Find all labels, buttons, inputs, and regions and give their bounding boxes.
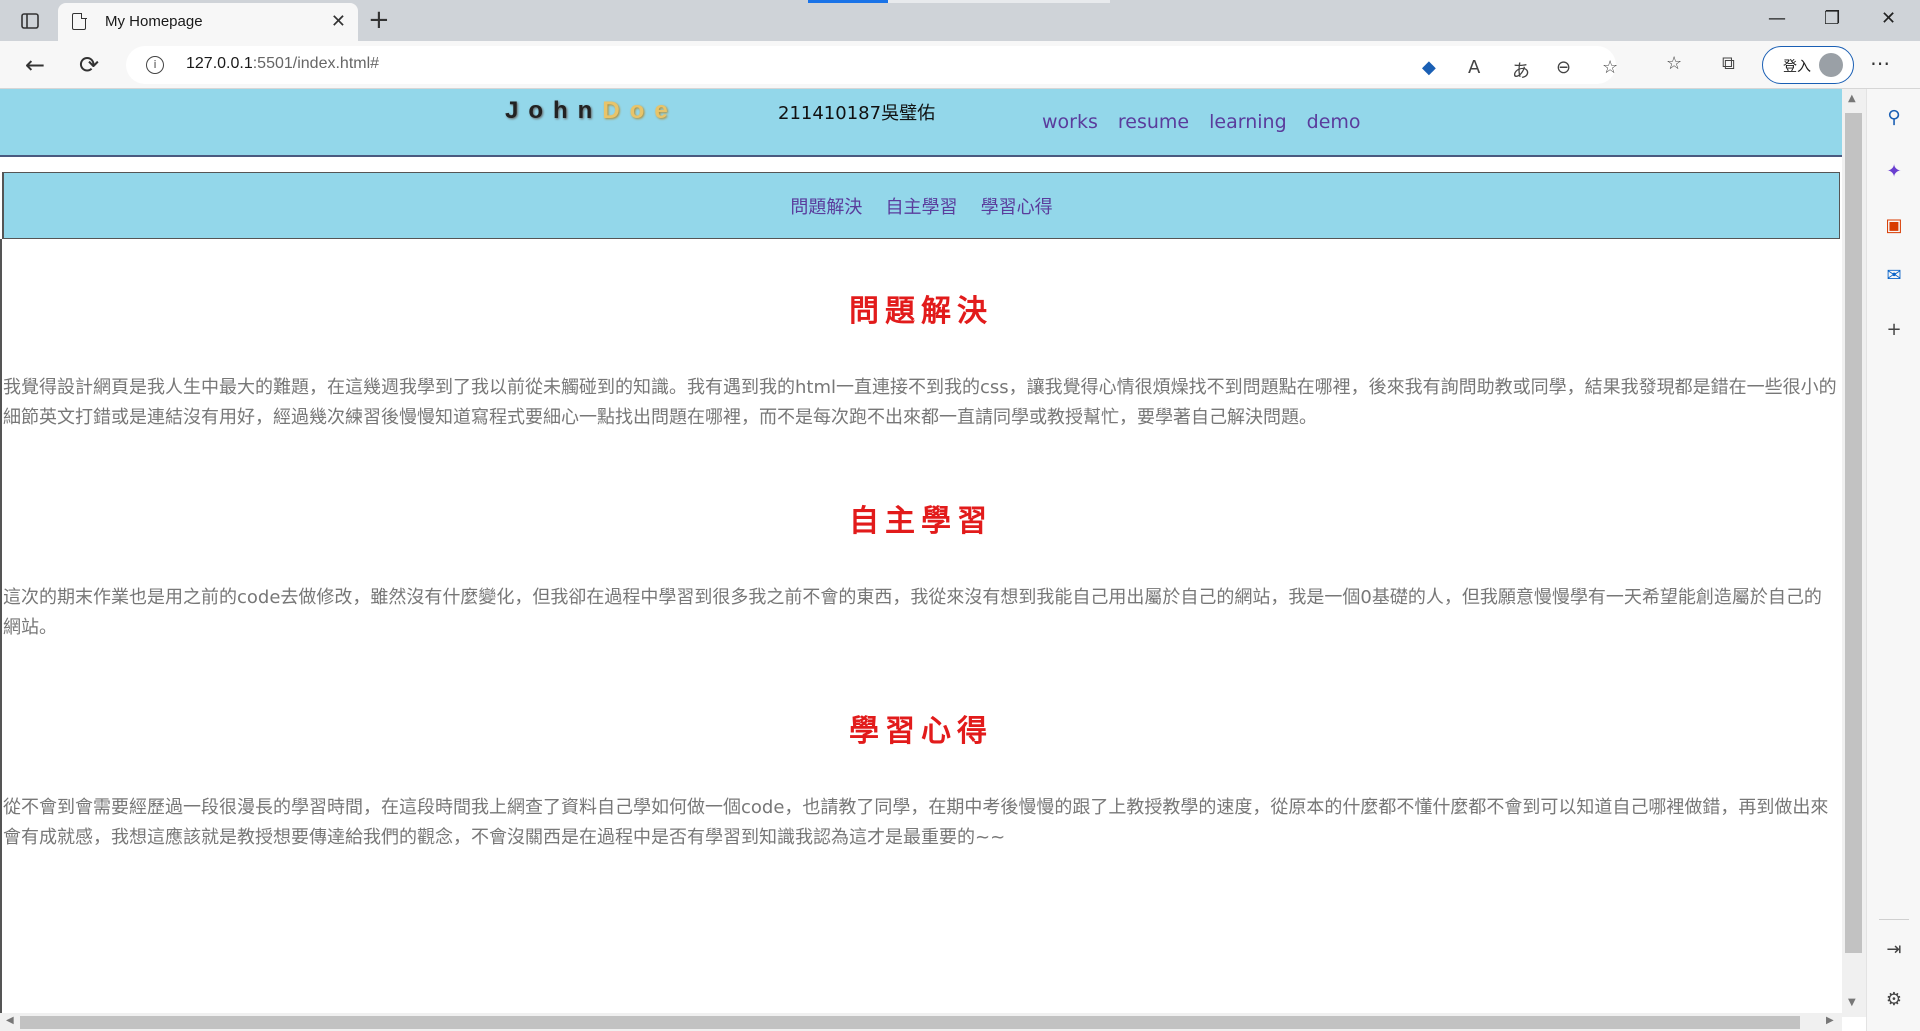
search-icon[interactable]: ⚲	[1883, 107, 1905, 129]
restore-button[interactable]: ❐	[1824, 8, 1840, 29]
address-toolbar: ← ⟳ i 127.0.0.1:5501/index.html# ◆ A あ ⊖…	[0, 41, 1920, 89]
nav-link-works[interactable]: works	[1042, 111, 1098, 133]
hide-sidebar-icon[interactable]: ⇥	[1883, 939, 1905, 961]
browser-tab-active[interactable]: My Homepage ✕	[58, 3, 358, 41]
sidebar-divider	[1879, 919, 1909, 920]
url-text[interactable]: 127.0.0.1:5501/index.html#	[186, 55, 379, 73]
site-info-icon[interactable]: i	[146, 56, 164, 74]
scroll-up-icon[interactable]: ▲	[1848, 93, 1856, 104]
site-logo: JohnDoe	[505, 97, 678, 124]
close-window-button[interactable]: ✕	[1881, 8, 1896, 29]
new-tab-button[interactable]: +	[368, 5, 390, 35]
subnav-link-self-learning[interactable]: 自主學習	[886, 197, 958, 218]
student-id: 211410187吳璧佑	[778, 103, 936, 124]
read-aloud-icon[interactable]: A	[1468, 57, 1480, 78]
page-viewport: JohnDoe 211410187吳璧佑 works resume learni…	[0, 89, 1842, 1013]
tab-actions-button[interactable]	[12, 8, 48, 34]
settings-gear-icon[interactable]: ⚙	[1883, 989, 1905, 1011]
section-nav: 問題解決 自主學習 學習心得	[2, 172, 1840, 239]
office-icon[interactable]: ▣	[1883, 215, 1905, 237]
profile-login-button[interactable]: 登入	[1762, 46, 1854, 84]
subnav-link-reflection[interactable]: 學習心得	[981, 197, 1053, 218]
add-favorite-icon[interactable]: ☆	[1602, 57, 1618, 78]
section-title: 問題解決	[849, 294, 993, 329]
horizontal-scrollbar[interactable]: ◀ ▶	[0, 1013, 1842, 1031]
favorites-icon[interactable]: ☆	[1666, 53, 1682, 74]
collections-icon[interactable]: ⧉	[1722, 53, 1735, 74]
tab-title: My Homepage	[105, 13, 203, 30]
horizontal-scroll-thumb[interactable]	[20, 1016, 1800, 1029]
address-bar[interactable]: i 127.0.0.1:5501/index.html# ◆ A あ ⊖ ☆	[126, 46, 1618, 84]
section-title: 自主學習	[849, 504, 993, 539]
page-icon	[72, 12, 87, 30]
tab-actions-icon	[21, 13, 39, 29]
section-text: 從不會到會需要經歷過一段很漫長的學習時間，在這段時間我上網查了資料自己學如何做一…	[3, 797, 1829, 848]
nav-link-resume[interactable]: resume	[1118, 111, 1189, 133]
site-header: JohnDoe 211410187吳璧佑 works resume learni…	[0, 89, 1842, 157]
refresh-button[interactable]: ⟳	[74, 50, 104, 80]
login-label: 登入	[1783, 59, 1811, 75]
avatar	[1819, 53, 1843, 77]
section-text: 我覺得設計網頁是我人生中最大的難題，在這幾週我學到了我以前從未觸碰到的知識。我有…	[3, 377, 1837, 428]
scroll-down-icon[interactable]: ▼	[1848, 997, 1856, 1008]
content-border	[0, 239, 2, 1013]
translate-icon[interactable]: あ	[1512, 57, 1530, 83]
back-button[interactable]: ←	[20, 50, 50, 80]
outlook-icon[interactable]: ✉	[1883, 265, 1905, 287]
scroll-right-icon[interactable]: ▶	[1826, 1015, 1834, 1026]
section-title: 學習心得	[849, 714, 993, 749]
section-text: 這次的期末作業也是用之前的code去做修改，雖然沒有什麼變化，但我卻在過程中學習…	[3, 587, 1822, 638]
vertical-scrollbar[interactable]: ▲ ▼	[1842, 89, 1866, 1017]
add-sidebar-app-icon[interactable]: +	[1883, 319, 1905, 341]
loading-track	[888, 0, 1110, 3]
shopping-tag-icon[interactable]: ◆	[1422, 57, 1436, 78]
tab-close-icon[interactable]: ✕	[331, 11, 346, 32]
nav-link-demo[interactable]: demo	[1307, 111, 1361, 133]
more-options-icon[interactable]: ⋯	[1870, 51, 1890, 75]
top-nav: works resume learning demo	[1042, 111, 1361, 133]
tab-strip: My Homepage ✕ + — ❐ ✕	[0, 0, 1920, 41]
vertical-scroll-thumb[interactable]	[1845, 113, 1862, 953]
minimize-button[interactable]: —	[1768, 8, 1786, 29]
scroll-left-icon[interactable]: ◀	[6, 1015, 14, 1026]
zoom-out-icon[interactable]: ⊖	[1556, 57, 1571, 78]
copilot-icon[interactable]: ✦	[1883, 161, 1905, 183]
loading-indicator	[808, 0, 888, 3]
subnav-link-problem-solving[interactable]: 問題解決	[790, 197, 862, 218]
browser-sidebar: ⚲ ✦ ▣ ✉ + ⇥ ⚙	[1866, 89, 1920, 1031]
nav-link-learning[interactable]: learning	[1209, 111, 1287, 133]
